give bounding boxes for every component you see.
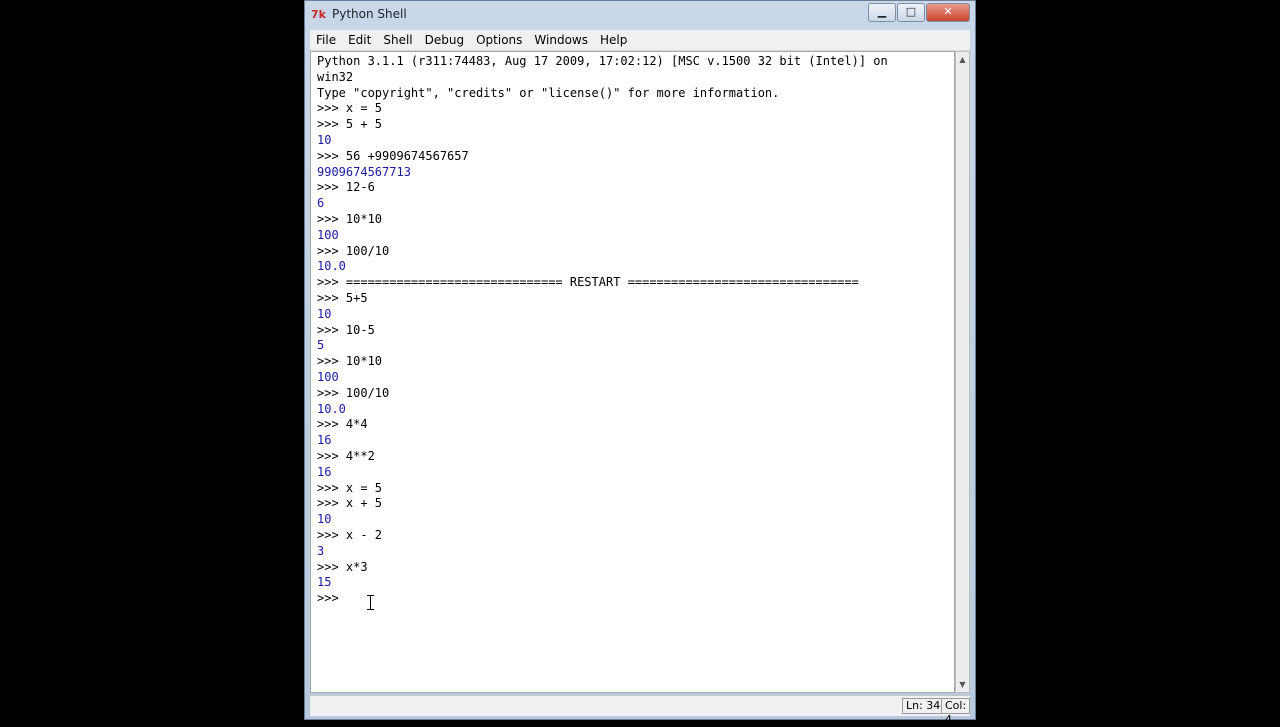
- shell-input-line: >>> 4**2: [317, 449, 375, 463]
- shell-text-area[interactable]: Python 3.1.1 (r311:74483, Aug 17 2009, 1…: [310, 51, 955, 693]
- shell-input-line: win32: [317, 69, 354, 84]
- shell-output-line: 100: [317, 370, 339, 384]
- menu-windows[interactable]: Windows: [528, 30, 594, 50]
- shell-input-line: >>> 4*4: [317, 417, 368, 432]
- shell-output-line: 3: [317, 543, 325, 558]
- menu-debug[interactable]: Debug: [419, 30, 470, 50]
- shell-input-line: >>> 5 + 5: [317, 117, 383, 132]
- shell-input-line: >>> ============================== RESTA…: [317, 275, 859, 290]
- shell-input-line: >>> x - 2: [317, 528, 383, 542]
- shell-output-line: 5: [317, 338, 325, 353]
- shell-input-line: >>> 10-5: [317, 322, 375, 337]
- shell-output-line: 10: [317, 306, 332, 321]
- shell-output-line: 6: [317, 196, 325, 211]
- menu-bar: File Edit Shell Debug Options Windows He…: [310, 30, 970, 51]
- shell-input-line: >>> 100/10: [317, 243, 390, 258]
- column-number-indicator: Col: 4: [941, 698, 971, 726]
- title-bar[interactable]: 7k Python Shell ▁ □ ✕: [305, 1, 975, 30]
- shell-input-line: >>> 12-6: [317, 180, 375, 195]
- minimize-button[interactable]: ▁: [868, 3, 896, 22]
- menu-help[interactable]: Help: [594, 30, 633, 50]
- shell-output-line: 10: [317, 133, 332, 147]
- shell-input-line: >>> 5+5: [317, 291, 368, 305]
- shell-output-line: 9909674567713: [317, 164, 411, 179]
- shell-output-line: 10.0: [317, 259, 346, 274]
- menu-options[interactable]: Options: [470, 30, 528, 50]
- shell-input-line: Python 3.1.1 (r311:74483, Aug 17 2009, 1…: [317, 54, 888, 68]
- shell-output-line: 100: [317, 227, 339, 242]
- shell-output-line: 15: [317, 575, 332, 590]
- tk-app-icon: 7k: [311, 8, 326, 21]
- shell-output-line: 16: [317, 464, 332, 479]
- menu-edit[interactable]: Edit: [342, 30, 377, 50]
- shell-output-line: 10: [317, 512, 332, 527]
- vertical-scrollbar[interactable]: ▲ ▼: [955, 51, 970, 693]
- menu-shell[interactable]: Shell: [377, 30, 418, 50]
- shell-input-line: Type "copyright", "credits" or "license(…: [317, 85, 780, 100]
- menu-file[interactable]: File: [310, 30, 342, 50]
- status-bar: Ln: 34 Col: 4: [310, 695, 971, 726]
- shell-input-line: >>> 100/10: [317, 385, 390, 400]
- scroll-up-arrow-icon[interactable]: ▲: [956, 52, 969, 67]
- shell-output-line: 10.0: [317, 401, 346, 416]
- shell-input-line: >>> 10*10: [317, 354, 383, 369]
- shell-input-line: >>> x + 5: [317, 496, 383, 511]
- shell-input-line: >>> 56 +9909674567657: [317, 148, 469, 163]
- window-controls: ▁ □ ✕: [867, 3, 970, 22]
- close-button[interactable]: ✕: [926, 3, 970, 22]
- ibeam-cursor-icon: [367, 595, 375, 610]
- line-number-indicator: Ln: 34: [902, 698, 945, 714]
- window-title: Python Shell: [332, 7, 407, 21]
- shell-input-line: >>>: [317, 591, 339, 606]
- shell-input-line: >>> x = 5: [317, 480, 383, 495]
- maximize-button[interactable]: □: [897, 3, 925, 22]
- shell-input-line: >>> x = 5: [317, 101, 383, 116]
- scroll-down-arrow-icon[interactable]: ▼: [956, 677, 969, 692]
- shell-output-line: 16: [317, 433, 332, 448]
- shell-input-line: >>> x*3: [317, 559, 368, 574]
- shell-input-line: >>> 10*10: [317, 212, 383, 226]
- python-shell-window: 7k Python Shell ▁ □ ✕ File Edit Shell De…: [304, 0, 976, 726]
